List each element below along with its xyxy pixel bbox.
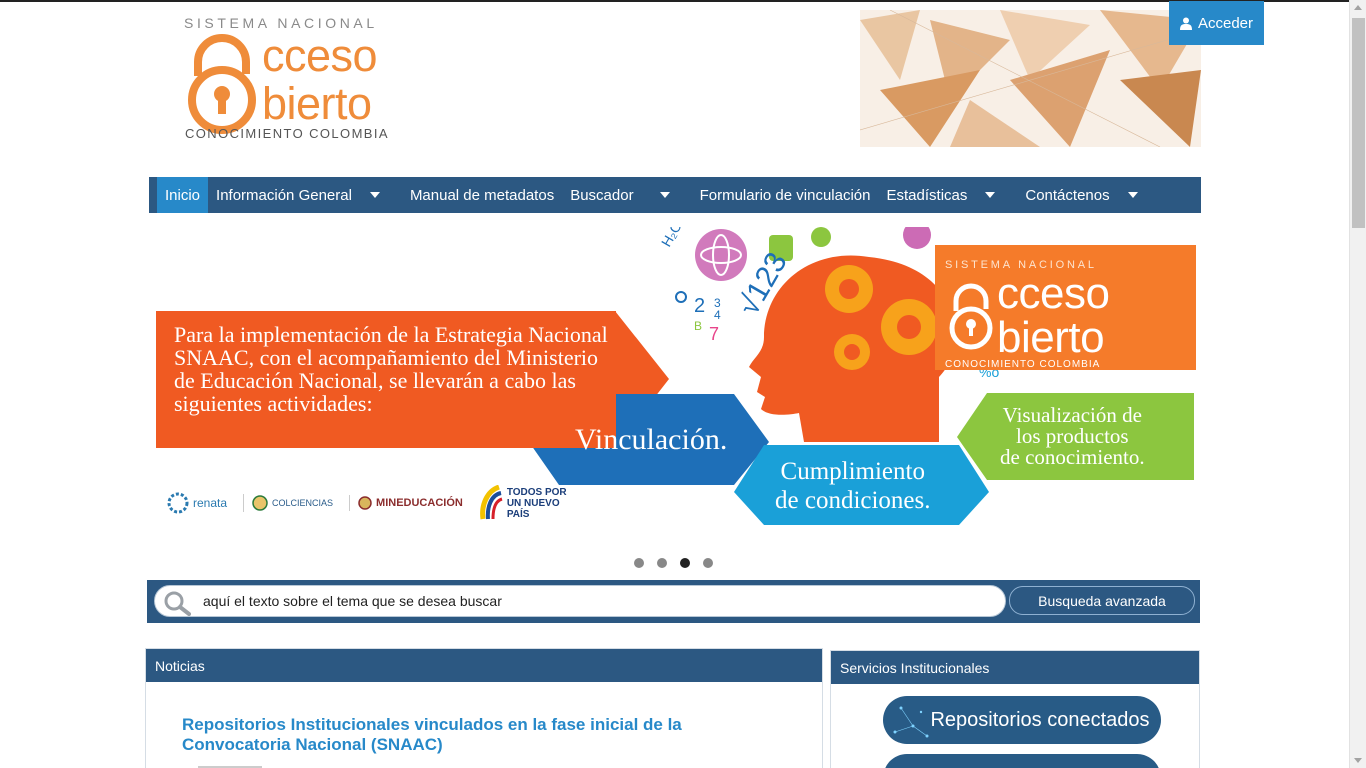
- logo-word-abierto: bierto: [262, 78, 372, 129]
- nav-item-buscador[interactable]: Buscador: [562, 177, 677, 213]
- renata-logo-icon: [167, 492, 189, 514]
- banner-step-visualizacion: Visualización de los productos de conoci…: [1000, 405, 1145, 468]
- svg-text:B: B: [694, 319, 702, 333]
- carousel-indicators: [634, 558, 713, 568]
- caret-down-icon: [1127, 192, 1138, 198]
- news-panel: Noticias Repositorios Institucionales vi…: [145, 648, 823, 768]
- nav-item-formulario-vinculacion[interactable]: Formulario de vinculación: [692, 177, 879, 213]
- connected-repositories-label: Repositorios conectados: [930, 708, 1150, 731]
- banner-step-visualizacion-line1: Visualización de: [1002, 403, 1142, 427]
- logo-bottom-text: CONOCIMIENTO COLOMBIA: [185, 126, 389, 141]
- connected-repositories-button[interactable]: Repositorios conectados: [883, 696, 1161, 744]
- nav-item-estadisticas[interactable]: Estadísticas: [879, 177, 1004, 213]
- login-button[interactable]: Acceder: [1169, 1, 1264, 45]
- padlock-icon: [949, 283, 993, 350]
- nav-item-manual-metadatos[interactable]: Manual de metadatos: [402, 177, 562, 213]
- site-logo[interactable]: SISTEMA NACIONAL cceso bierto CONOCIMIEN…: [180, 12, 410, 147]
- carousel-dot-1[interactable]: [634, 558, 644, 568]
- caret-down-icon: [659, 192, 670, 198]
- partner-colciencias: COLCIENCIAS: [243, 494, 333, 512]
- services-second-button[interactable]: [883, 754, 1161, 768]
- search-field: [154, 585, 1006, 617]
- colombia-flag-icon: [479, 485, 503, 520]
- logo-top-text: SISTEMA NACIONAL: [184, 15, 378, 31]
- nav-item-label: Inicio: [165, 186, 201, 204]
- scroll-up-arrow-icon[interactable]: [1354, 5, 1362, 10]
- nav-item-contactenos[interactable]: Contáctenos: [1017, 177, 1145, 213]
- banner-step-cumplimiento-line1: Cumplimiento: [780, 458, 925, 485]
- window-top-border: [0, 0, 1366, 2]
- svg-text:7: 7: [709, 324, 719, 344]
- banner-acceso-abierto-logo: SISTEMA NACIONAL cceso bierto CONOCIMIEN…: [935, 245, 1196, 370]
- banner-step-cumplimiento-line2: de condiciones.: [775, 487, 931, 514]
- nav-item-label: Estadísticas: [886, 186, 968, 204]
- banner-step-cumplimiento: Cumplimiento de condiciones.: [775, 457, 931, 515]
- partner-renata: renata: [167, 492, 227, 514]
- carousel-dot-3[interactable]: [680, 558, 690, 568]
- banner-step-vinculacion: Vinculación.: [575, 423, 728, 456]
- nav-item-label: Manual de metadatos: [409, 186, 555, 204]
- search-bar: Busqueda avanzada: [147, 580, 1200, 623]
- partner-mineducacion: MINEDUCACIÓN: [349, 495, 463, 511]
- svg-text:2: 2: [694, 295, 705, 317]
- partner-nuevo-pais-label: TODOS POR UN NUEVO PAÍS: [506, 486, 567, 520]
- partner-mineducacion-label: MINEDUCACIÓN: [376, 497, 463, 509]
- services-panel-heading: Servicios Institucionales: [831, 651, 1199, 684]
- logo-word-acceso: cceso: [262, 30, 378, 81]
- news-item-title-link[interactable]: Repositorios Institucionales vinculados …: [182, 715, 722, 755]
- partner-nuevo-pais: TODOS POR UN NUEVO PAÍS: [479, 485, 569, 521]
- banner-logo-bottom: CONOCIMIENTO COLOMBIA: [945, 359, 1101, 370]
- page-scrollbar[interactable]: [1349, 0, 1366, 768]
- advanced-search-label: Busqueda avanzada: [1038, 592, 1166, 609]
- caret-down-icon: [985, 192, 996, 198]
- partner-colciencias-label: COLCIENCIAS: [272, 498, 334, 508]
- main-navigation: Inicio Información General Manual de met…: [149, 177, 1201, 213]
- nav-item-label: Contáctenos: [1025, 186, 1110, 204]
- nav-item-informacion-general[interactable]: Información General: [208, 177, 388, 213]
- padlock-icon: [188, 34, 256, 134]
- partner-renata-label: renata: [193, 496, 228, 510]
- partner-logos: renata COLCIENCIAS MINEDUCACIÓN TODOS PO…: [167, 485, 569, 521]
- header-decoration: [860, 10, 1201, 147]
- nav-item-label: Información General: [216, 186, 352, 204]
- caret-down-icon: [369, 192, 380, 198]
- carousel-dot-4[interactable]: [703, 558, 713, 568]
- banner-intro-text: Para la implementación de la Estrategia …: [156, 311, 616, 448]
- services-panel: Servicios Institucionales Repositorios c…: [830, 650, 1200, 768]
- banner-logo-line2: bierto: [997, 313, 1105, 362]
- login-label: Acceder: [1197, 14, 1254, 32]
- banner-logo-line1: cceso: [997, 269, 1110, 318]
- svg-text:4: 4: [714, 308, 721, 322]
- news-panel-heading: Noticias: [146, 649, 822, 682]
- search-input[interactable]: [203, 586, 993, 616]
- carousel-slide[interactable]: √123 2 3 4 B 7 H₂O %o Para la implementa…: [149, 227, 1196, 532]
- advanced-search-button[interactable]: Busqueda avanzada: [1009, 586, 1195, 615]
- user-icon: [1179, 17, 1192, 30]
- colciencias-shield-icon: [252, 495, 268, 511]
- svg-text:H₂O: H₂O: [658, 227, 685, 249]
- banner-step-visualizacion-line3: de conocimiento.: [1000, 445, 1145, 469]
- mineducacion-shield-icon: [358, 496, 372, 510]
- banner-step-visualizacion-line2: los productos: [1016, 424, 1129, 448]
- scroll-thumb[interactable]: [1352, 18, 1365, 228]
- carousel-dot-2[interactable]: [657, 558, 667, 568]
- nav-item-label: Formulario de vinculación: [699, 186, 871, 204]
- scroll-down-arrow-icon[interactable]: [1354, 758, 1362, 763]
- magnifier-icon: [164, 591, 191, 616]
- nav-item-label: Buscador: [570, 186, 634, 204]
- nav-item-inicio[interactable]: Inicio: [157, 177, 209, 213]
